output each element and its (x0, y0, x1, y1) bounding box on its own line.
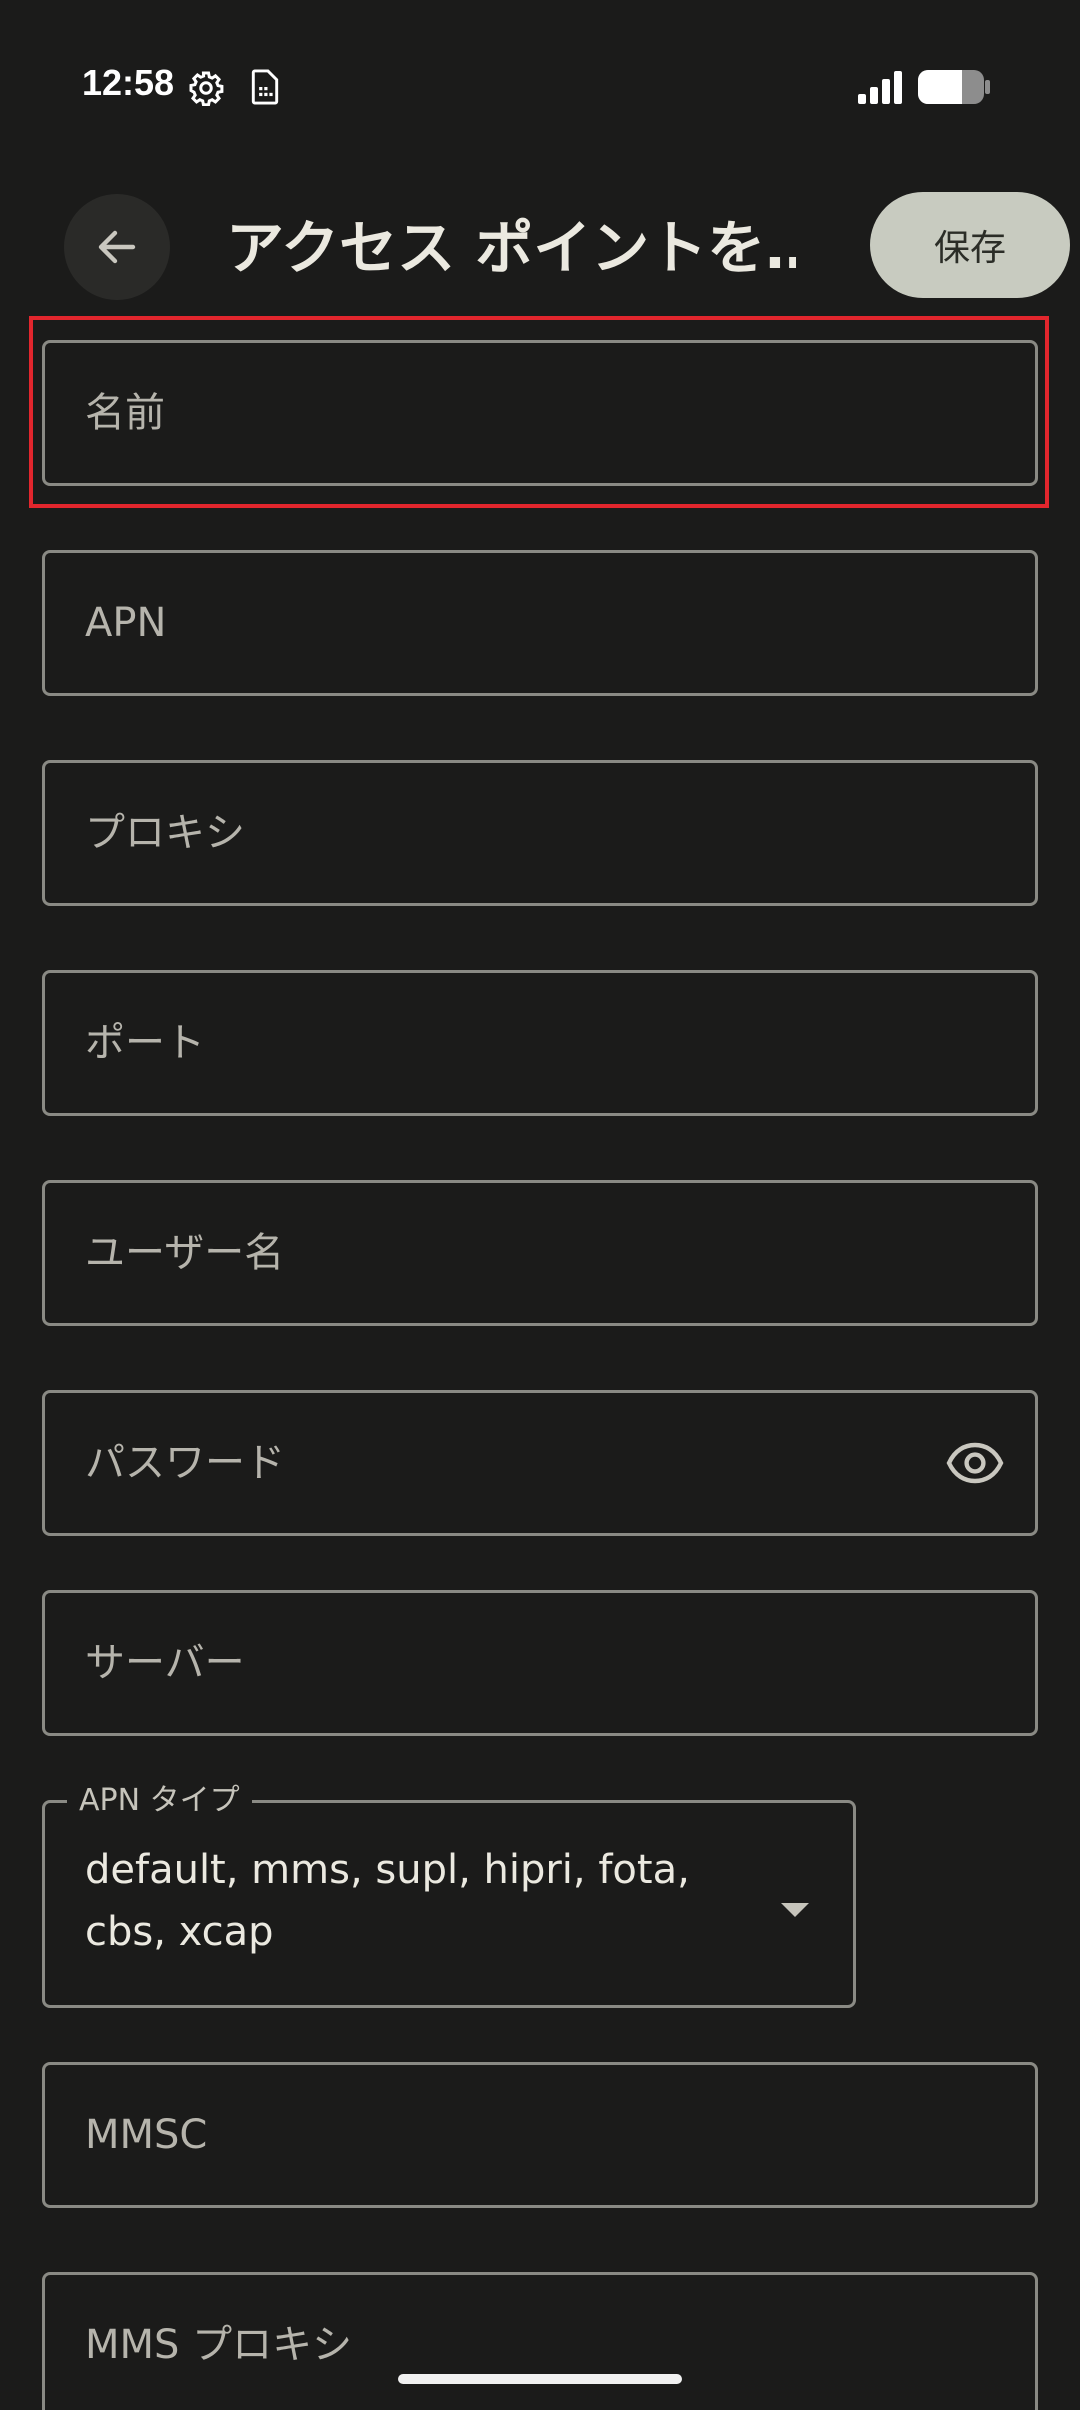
status-bar: 12:58 (0, 0, 1080, 150)
server-field-label: サーバー (85, 1640, 245, 1686)
apn-type-label: APN タイプ (67, 1781, 252, 1821)
apn-field[interactable]: APN (42, 550, 1038, 696)
gear-icon (189, 71, 224, 106)
proxy-field[interactable]: プロキシ (42, 760, 1038, 906)
apn-field-label: APN (85, 600, 167, 646)
port-field[interactable]: ポート (42, 970, 1038, 1116)
status-time: 12:58 (82, 62, 175, 103)
apn-type-value: default, mms, supl, hipri, fota, cbs, xc… (85, 1839, 745, 1963)
port-field-label: ポート (85, 1020, 205, 1066)
apn-type-select[interactable]: APN タイプ default, mms, supl, hipri, fota,… (42, 1781, 856, 2008)
username-field[interactable]: ユーザー名 (42, 1180, 1038, 1326)
apn-type-value-line1: default, mms, supl, hipri, fota, (85, 1847, 690, 1893)
mmsc-field[interactable]: MMSC (42, 2062, 1038, 2208)
name-field-label: 名前 (85, 390, 165, 436)
password-field[interactable]: パスワード (42, 1390, 1038, 1536)
apn-type-value-line2: cbs, xcap (85, 1909, 274, 1955)
eye-icon[interactable] (945, 1439, 1005, 1487)
page-title: アクセス ポイントを… (226, 214, 796, 282)
server-field[interactable]: サーバー (42, 1590, 1038, 1736)
home-indicator[interactable] (398, 2374, 682, 2384)
arrow-left-icon (98, 230, 136, 264)
save-button[interactable]: 保存 (870, 192, 1070, 298)
sim-card-icon (251, 69, 279, 105)
mmsc-field-label: MMSC (85, 2112, 208, 2158)
dropdown-caret-icon (781, 1903, 809, 1917)
battery-icon (918, 70, 990, 104)
username-field-label: ユーザー名 (85, 1230, 285, 1276)
apn-edit-screen: 12:58 アクセス ポイントを… 保存 名前 APN プロキシ ポート ユーザ… (0, 0, 1080, 2410)
name-field[interactable]: 名前 (42, 340, 1038, 486)
password-field-label: パスワード (85, 1440, 285, 1486)
mms-proxy-field-label: MMS プロキシ (85, 2322, 353, 2368)
mms-proxy-field[interactable]: MMS プロキシ (42, 2272, 1038, 2410)
signal-icon (858, 71, 902, 104)
proxy-field-label: プロキシ (85, 810, 245, 856)
back-button[interactable] (64, 194, 170, 300)
